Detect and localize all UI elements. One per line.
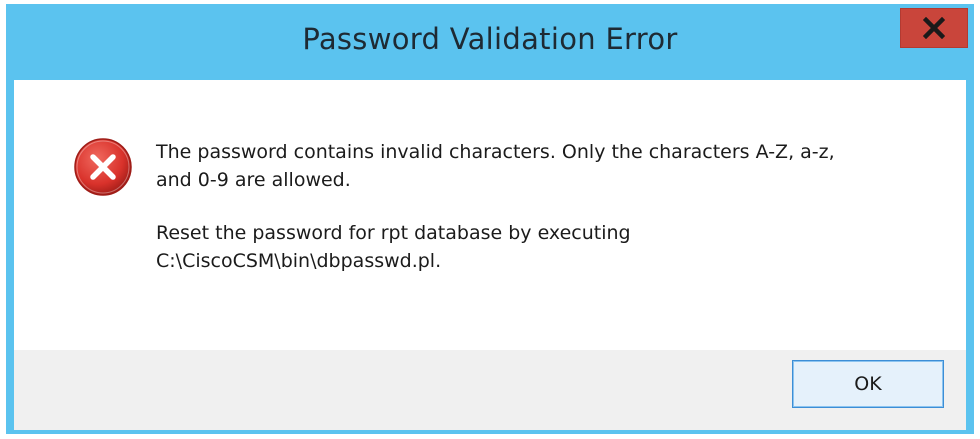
- message-paragraph-2: Reset the password for rpt database by e…: [156, 219, 936, 275]
- message-line-2: and 0-9 are allowed.: [156, 169, 351, 191]
- close-button[interactable]: [900, 8, 968, 48]
- dialog-titlebar[interactable]: Password Validation Error: [6, 4, 974, 80]
- message2-line-2: C:\CiscoCSM\bin\dbpasswd.pl.: [156, 250, 442, 272]
- message2-line-1: Reset the password for rpt database by e…: [156, 222, 631, 244]
- screen: Password Validation Error The password c…: [0, 0, 980, 439]
- message-line-1: The password contains invalid characters…: [156, 141, 835, 163]
- dialog-content: The password contains invalid characters…: [14, 80, 966, 350]
- ok-button[interactable]: OK: [792, 360, 944, 408]
- message-paragraph-1: The password contains invalid characters…: [156, 138, 936, 194]
- error-message: The password contains invalid characters…: [156, 138, 936, 300]
- dialog-title: Password Validation Error: [302, 22, 678, 56]
- password-validation-error-dialog: Password Validation Error The password c…: [6, 4, 974, 434]
- dialog-footer: OK: [14, 350, 966, 430]
- error-icon: [72, 136, 134, 198]
- close-icon: [901, 9, 967, 47]
